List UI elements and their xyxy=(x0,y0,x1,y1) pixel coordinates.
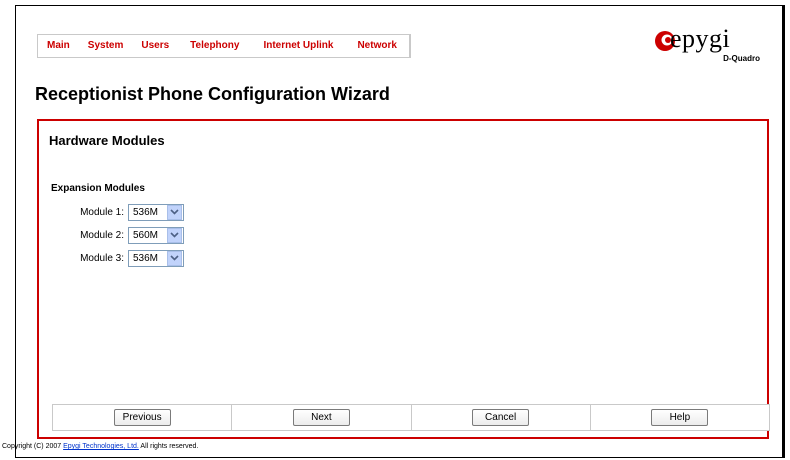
module-3-value: 536M xyxy=(133,252,159,264)
copyright-footer: Copyright (C) 2007 Epygi Technologies, L… xyxy=(2,443,198,450)
help-cell: Help xyxy=(591,405,769,430)
module-1-value: 536M xyxy=(133,206,159,218)
module-row-2: Module 2: 560M xyxy=(79,226,184,244)
module-2-select[interactable]: 560M xyxy=(128,226,184,244)
logo-text: epygi xyxy=(670,24,731,53)
module-1-label: Module 1: xyxy=(80,206,124,218)
module-3-select[interactable]: 536M xyxy=(128,249,184,267)
section-label: Expansion Modules xyxy=(51,183,145,194)
copyright-prefix: Copyright (C) 2007 xyxy=(2,443,62,450)
module-3-label: Module 3: xyxy=(80,252,124,264)
wizard-button-bar: Previous Next Cancel Help xyxy=(52,404,770,431)
help-button[interactable]: Help xyxy=(651,409,709,426)
menu-item-internet-uplink[interactable]: Internet Uplink xyxy=(251,35,345,57)
module-row-1: Module 1: 536M xyxy=(79,203,184,221)
next-cell: Next xyxy=(232,405,412,430)
company-link[interactable]: Epygi Technologies, Ltd. xyxy=(63,443,139,450)
menu-item-main[interactable]: Main xyxy=(38,35,79,57)
previous-button[interactable]: Previous xyxy=(113,409,171,426)
cancel-cell: Cancel xyxy=(412,405,591,430)
module-row-3: Module 3: 536M xyxy=(79,249,184,267)
module-2-value: 560M xyxy=(133,229,159,241)
browser-frame: Main System Users Telephony Internet Upl… xyxy=(15,5,785,458)
menu-item-network[interactable]: Network xyxy=(345,35,410,57)
menu-item-system[interactable]: System xyxy=(79,35,133,57)
menu-item-telephony[interactable]: Telephony xyxy=(178,35,251,57)
logo-subtitle: D-Quadro xyxy=(723,54,760,63)
chevron-down-icon[interactable] xyxy=(167,250,182,266)
module-1-select[interactable]: 536M xyxy=(128,203,184,221)
chevron-down-icon[interactable] xyxy=(167,204,182,220)
module-2-label: Module 2: xyxy=(80,229,124,241)
chevron-down-icon[interactable] xyxy=(167,227,182,243)
copyright-suffix: All rights reserved. xyxy=(140,443,199,450)
top-menu: Main System Users Telephony Internet Upl… xyxy=(37,34,411,58)
hardware-modules-panel: Hardware Modules Expansion Modules Modul… xyxy=(37,119,770,439)
menu-item-users[interactable]: Users xyxy=(132,35,178,57)
panel-title: Hardware Modules xyxy=(49,133,165,148)
previous-cell: Previous xyxy=(53,405,233,430)
next-button[interactable]: Next xyxy=(292,409,350,426)
cancel-button[interactable]: Cancel xyxy=(472,409,530,426)
page-title: Receptionist Phone Configuration Wizard xyxy=(35,84,390,104)
epygi-logo: epygi D-Quadro xyxy=(654,24,764,66)
